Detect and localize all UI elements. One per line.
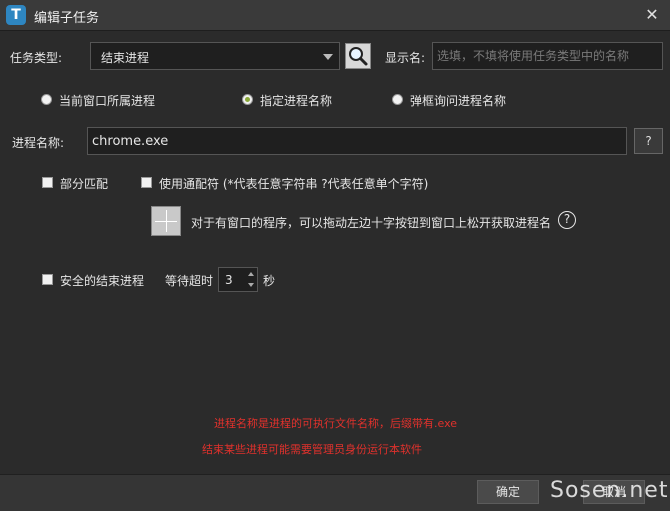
search-icon [349, 47, 368, 66]
safe-kill-checkbox[interactable] [42, 274, 53, 285]
window-title: 编辑子任务 [34, 11, 100, 26]
stepper-down-icon[interactable] [248, 283, 254, 287]
partial-match-checkbox[interactable] [42, 177, 53, 188]
crosshair-drag-button[interactable] [151, 206, 181, 236]
radio-specify-process-name[interactable] [242, 94, 253, 105]
drag-hint-text: 对于有窗口的程序，可以拖动左边十字按钮到窗口上松开获取进程名 [191, 216, 552, 230]
wildcard-checkbox[interactable] [141, 177, 152, 188]
timeout-label: 等待超时 [165, 274, 214, 288]
radio-specify-process-name-label: 指定进程名称 [260, 94, 333, 108]
timeout-stepper[interactable]: 3 [218, 267, 258, 292]
wildcard-label: 使用通配符 (*代表任意字符串 ?代表任意单个字符) [159, 177, 429, 191]
search-button[interactable] [345, 43, 371, 69]
help-icon[interactable]: ? [558, 211, 576, 229]
process-name-label: 进程名称: [12, 136, 65, 150]
safe-kill-label: 安全的结束进程 [60, 274, 145, 288]
timeout-unit: 秒 [263, 274, 276, 288]
radio-prompt-process-name[interactable] [392, 94, 403, 105]
process-name-help-button[interactable]: ? [634, 128, 663, 154]
watermark: Sosen.net [550, 478, 669, 503]
title-bar: T 编辑子任务 ✕ [0, 0, 670, 31]
radio-current-window-process[interactable] [41, 94, 52, 105]
display-name-label: 显示名: [385, 51, 426, 65]
note-line-2: 结束某些进程可能需要管理员身份运行本软件 [202, 443, 422, 456]
ok-button[interactable]: 确定 [477, 480, 539, 504]
partial-match-label: 部分匹配 [60, 177, 109, 191]
task-type-label: 任务类型: [10, 51, 63, 65]
note-line-1: 进程名称是进程的可执行文件名称，后缀带有.exe [214, 417, 458, 430]
close-icon[interactable]: ✕ [640, 4, 664, 26]
radio-current-window-process-label: 当前窗口所属进程 [59, 94, 156, 108]
timeout-value: 3 [225, 273, 233, 287]
stepper-up-icon[interactable] [248, 272, 254, 276]
app-logo-icon: T [6, 5, 26, 25]
task-type-select[interactable]: 结束进程 [90, 42, 340, 70]
radio-prompt-process-name-label: 弹框询问进程名称 [410, 94, 507, 108]
process-name-input[interactable] [87, 127, 627, 155]
chevron-down-icon [323, 54, 333, 60]
display-name-input[interactable] [432, 42, 663, 70]
task-type-value: 结束进程 [101, 51, 150, 65]
